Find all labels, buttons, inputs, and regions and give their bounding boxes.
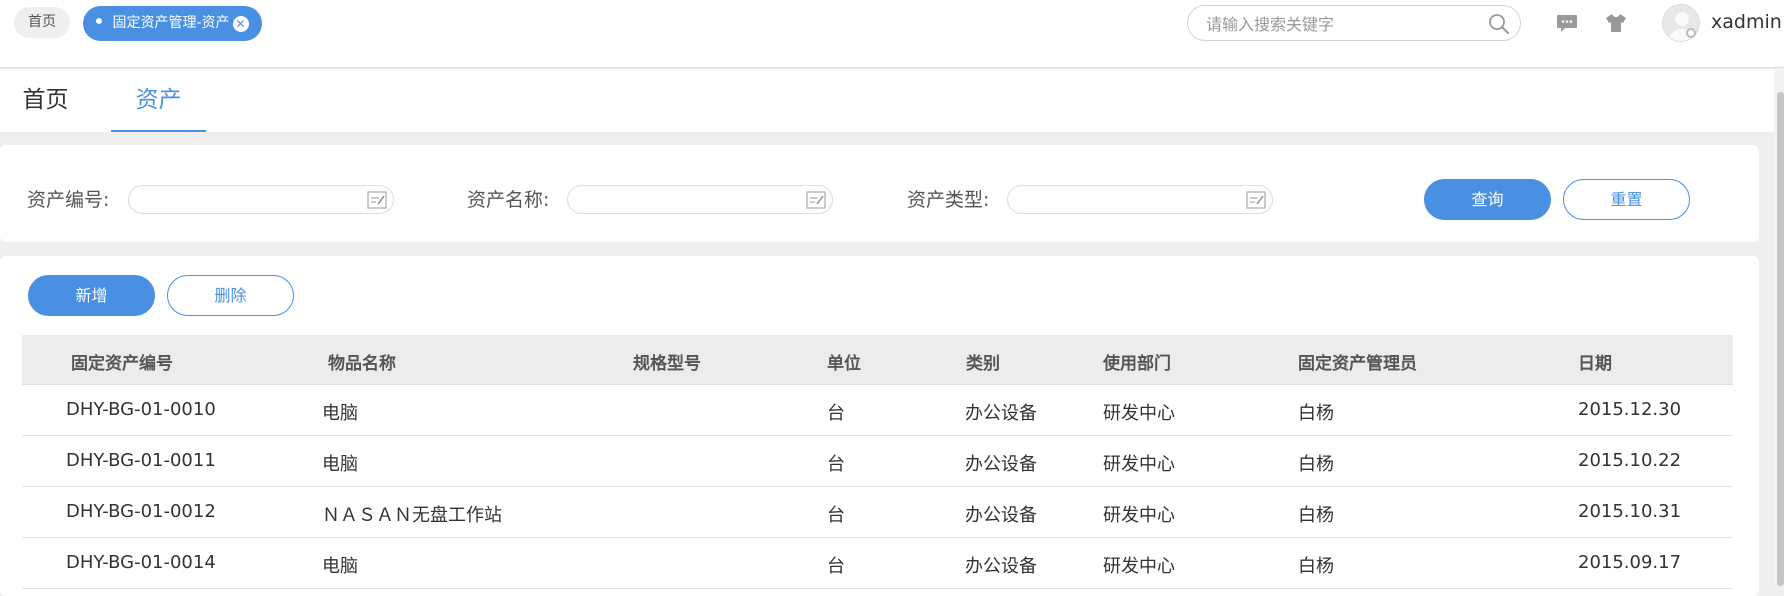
filter-panel: 资产编号: 资产名称: 资产类型: 查询 重置 — [0, 145, 1759, 242]
table-row[interactable]: DHY-BG-01-0012 ＮＡＳＡＮ无盘工作站 台 办公设备 研发中心 白杨… — [22, 487, 1733, 538]
cell-unit: 台 — [827, 556, 845, 577]
table-row[interactable]: DHY-BG-01-0010 电脑 台 办公设备 研发中心 白杨 2015.12… — [22, 385, 1733, 436]
tab-asset[interactable]: 资产 — [111, 69, 206, 132]
cell-admin: 白杨 — [1298, 403, 1334, 424]
table-row[interactable]: DHY-BG-01-0011 电脑 台 办公设备 研发中心 白杨 2015.10… — [22, 436, 1733, 487]
cell-category: 办公设备 — [965, 403, 1037, 424]
add-button[interactable]: 新增 — [28, 275, 155, 316]
tabs-row: 首页 资产 — [0, 69, 1784, 132]
cell-unit: 台 — [827, 454, 845, 475]
username[interactable]: xadmin — [1711, 11, 1782, 33]
cell-department: 研发中心 — [1103, 505, 1175, 526]
search-box — [1187, 5, 1521, 41]
header-asset-no[interactable]: 固定资产编号 — [71, 349, 173, 374]
tag-home[interactable]: 首页 — [14, 7, 70, 38]
cell-department: 研发中心 — [1103, 454, 1175, 475]
cell-item-name: ＮＡＳＡＮ无盘工作站 — [322, 505, 502, 526]
header-item-name[interactable]: 物品名称 — [328, 349, 396, 374]
cell-department: 研发中心 — [1103, 556, 1175, 577]
asset-name-label: 资产名称: — [467, 189, 550, 211]
asset-table: 固定资产编号 物品名称 规格型号 单位 类别 使用部门 固定资产管理员 日期 D… — [22, 335, 1733, 589]
cell-unit: 台 — [827, 403, 845, 424]
scrollbar-thumb[interactable] — [1777, 92, 1784, 586]
cell-date: 2015.09.17 — [1578, 552, 1682, 573]
cell-department: 研发中心 — [1103, 403, 1175, 424]
cell-date: 2015.10.31 — [1578, 501, 1682, 522]
asset-type-label: 资产类型: — [907, 189, 990, 211]
delete-button[interactable]: 删除 — [167, 275, 294, 316]
cell-admin: 白杨 — [1298, 556, 1334, 577]
active-dot-icon — [96, 18, 102, 24]
header-admin[interactable]: 固定资产管理员 — [1298, 349, 1417, 374]
cell-unit: 台 — [827, 505, 845, 526]
asset-no-input[interactable] — [141, 191, 355, 211]
header-department[interactable]: 使用部门 — [1103, 349, 1171, 374]
cell-date: 2015.10.22 — [1578, 450, 1682, 471]
edit-icon — [1246, 191, 1266, 209]
asset-no-label: 资产编号: — [27, 189, 110, 211]
cell-asset-no: DHY-BG-01-0010 — [66, 399, 216, 420]
header-unit[interactable]: 单位 — [827, 349, 861, 374]
tab-home[interactable]: 首页 — [0, 69, 91, 132]
cell-category: 办公设备 — [965, 454, 1037, 475]
cell-asset-no: DHY-BG-01-0012 — [66, 501, 216, 522]
asset-name-field[interactable] — [567, 185, 833, 214]
top-bar: 首页 固定资产管理-资产 ✕ xadmin — [0, 0, 1784, 68]
header-date[interactable]: 日期 — [1578, 349, 1612, 374]
table-row[interactable]: DHY-BG-01-0014 电脑 台 办公设备 研发中心 白杨 2015.09… — [22, 538, 1733, 589]
query-button[interactable]: 查询 — [1424, 179, 1551, 220]
edit-icon — [367, 191, 387, 209]
cell-category: 办公设备 — [965, 505, 1037, 526]
status-indicator — [1686, 28, 1696, 38]
cell-admin: 白杨 — [1298, 454, 1334, 475]
cell-asset-no: DHY-BG-01-0011 — [66, 450, 216, 471]
asset-type-input[interactable] — [1020, 191, 1234, 211]
asset-name-input[interactable] — [580, 191, 794, 211]
asset-no-field[interactable] — [128, 185, 394, 214]
edit-icon — [806, 191, 826, 209]
shirt-icon[interactable] — [1605, 12, 1627, 34]
cell-asset-no: DHY-BG-01-0014 — [66, 552, 216, 573]
reset-button[interactable]: 重置 — [1563, 179, 1690, 220]
cell-item-name: 电脑 — [322, 556, 358, 577]
cell-category: 办公设备 — [965, 556, 1037, 577]
table-header: 固定资产编号 物品名称 规格型号 单位 类别 使用部门 固定资产管理员 日期 — [22, 335, 1733, 385]
tag-fixed-asset[interactable]: 固定资产管理-资产 ✕ — [83, 6, 262, 41]
list-panel: 新增 删除 固定资产编号 物品名称 规格型号 单位 类别 使用部门 固定资产管理… — [0, 256, 1759, 596]
cell-item-name: 电脑 — [322, 454, 358, 475]
close-icon[interactable]: ✕ — [232, 16, 249, 32]
message-icon[interactable] — [1556, 12, 1578, 34]
asset-type-field[interactable] — [1007, 185, 1273, 214]
cell-admin: 白杨 — [1298, 505, 1334, 526]
search-input[interactable] — [1204, 13, 1478, 35]
search-icon[interactable] — [1488, 13, 1510, 35]
tag-fixed-asset-label: 固定资产管理-资产 — [112, 15, 230, 31]
tag-home-label: 首页 — [28, 14, 56, 30]
header-spec-model[interactable]: 规格型号 — [633, 349, 701, 374]
header-category[interactable]: 类别 — [966, 349, 1000, 374]
cell-date: 2015.12.30 — [1578, 399, 1682, 420]
cell-item-name: 电脑 — [322, 403, 358, 424]
